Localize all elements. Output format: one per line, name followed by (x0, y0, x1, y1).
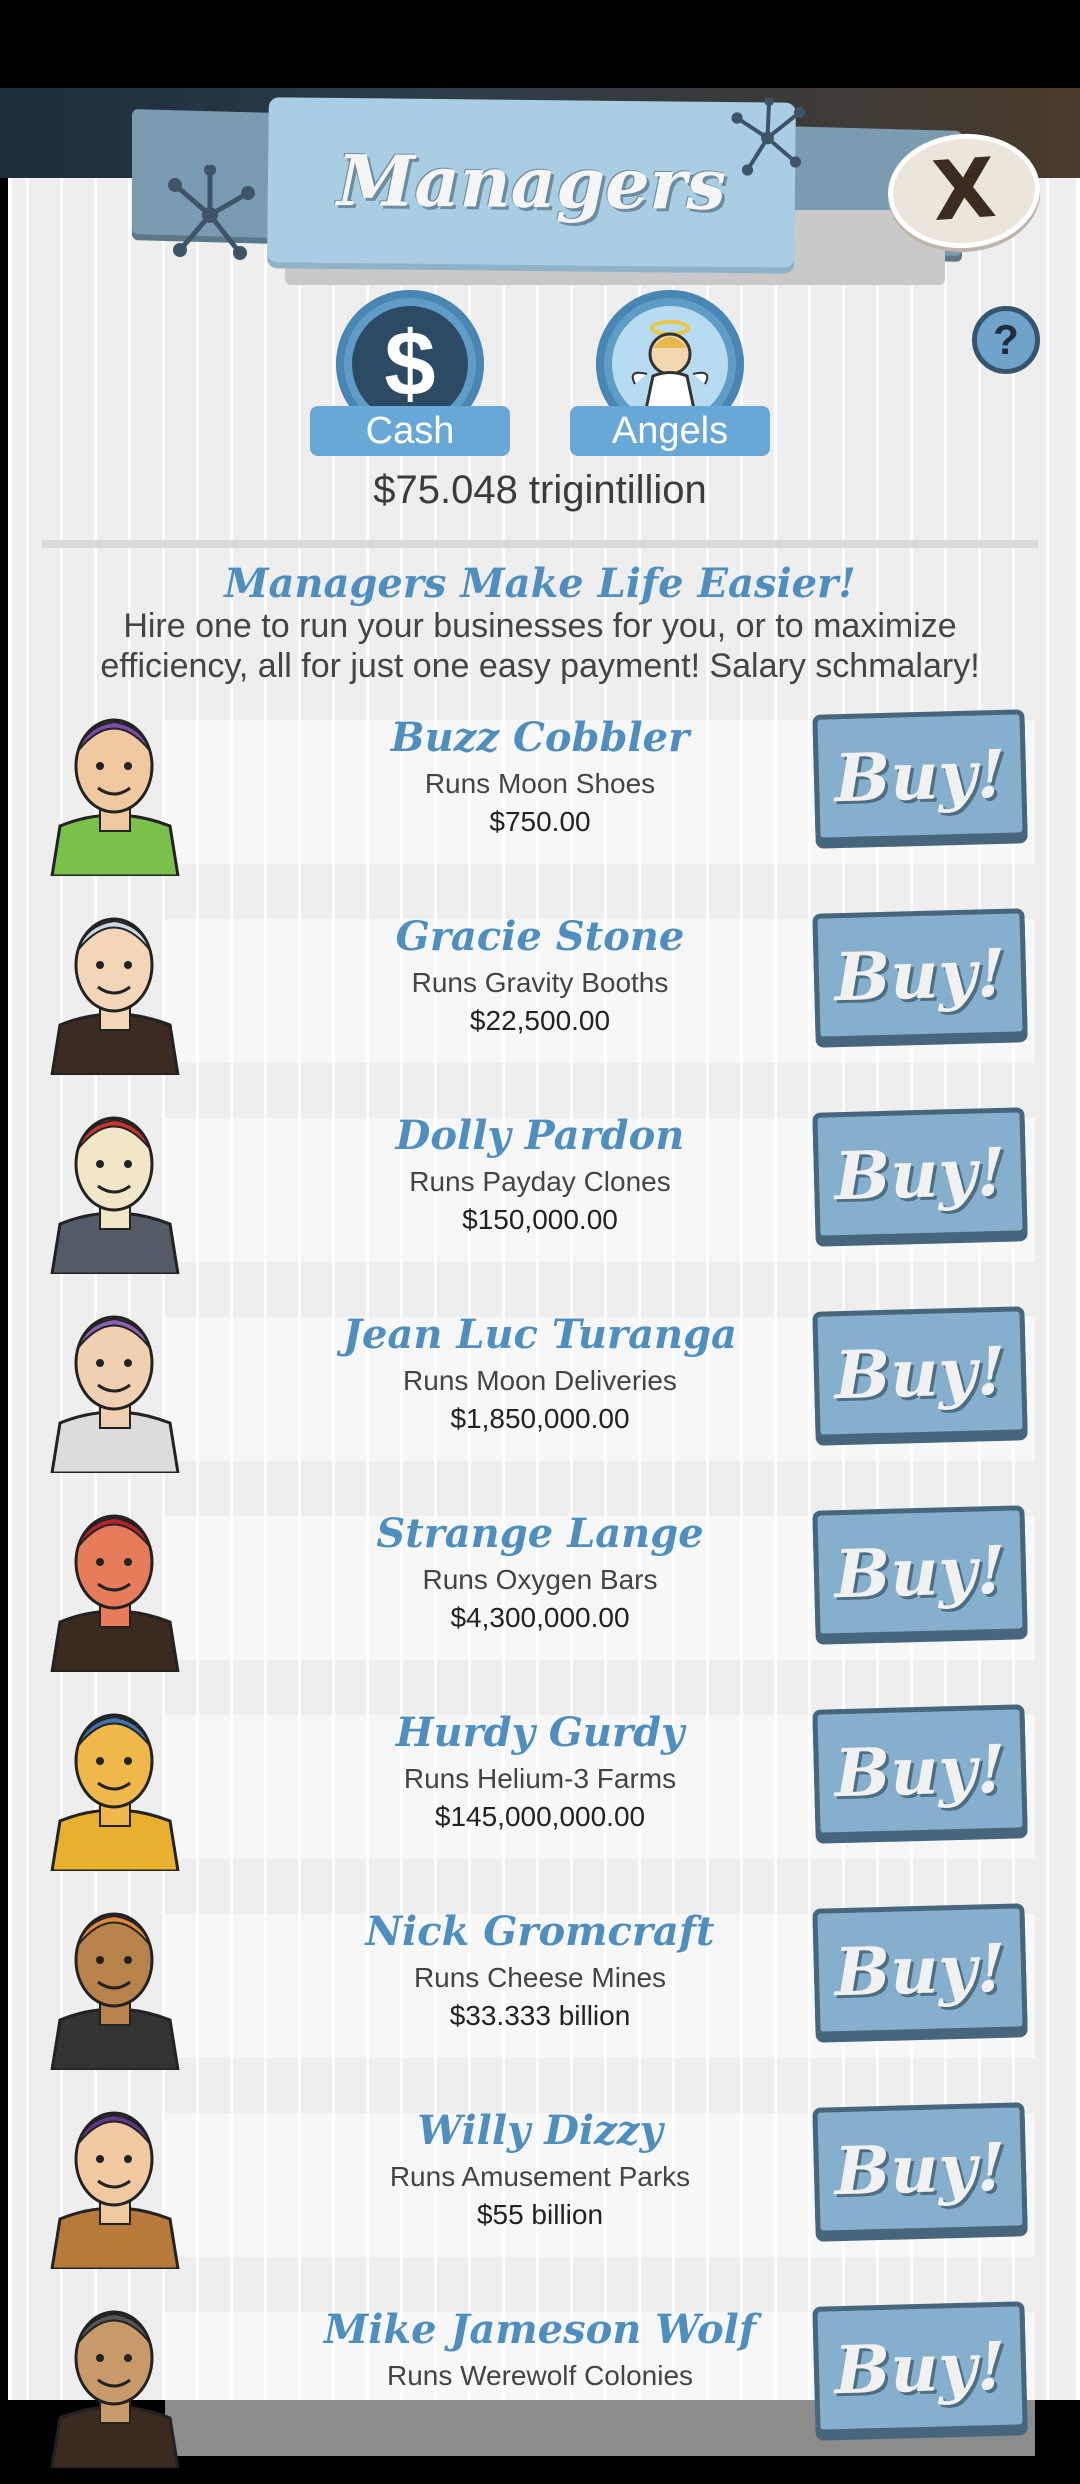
status-bar (0, 0, 1080, 88)
manager-cost: $150,000.00 (462, 1204, 618, 1235)
buy-button[interactable]: Buy! (812, 1903, 1028, 2037)
manager-business: Runs Werewolf Colonies (386, 2360, 694, 2391)
manager-name: Buzz Cobbler (390, 714, 690, 761)
manager-portrait (42, 696, 187, 876)
manager-portrait (42, 1691, 187, 1871)
buy-button[interactable]: Buy! (812, 1505, 1028, 1639)
manager-cost: $33.333 billion (449, 2000, 631, 2031)
tab-angels[interactable]: Angels (570, 290, 770, 456)
tab-angels-label: Angels (570, 406, 770, 456)
manager-name: Hurdy Gurdy (395, 1709, 685, 1756)
manager-business: Runs Moon Deliveries (403, 1365, 677, 1396)
manager-business: Runs Gravity Booths (411, 967, 669, 998)
manager-row: Willy Dizzy Runs Amusement Parks $55 bil… (0, 2089, 1080, 2285)
buy-label: Buy! (833, 1132, 1007, 1216)
starburst-icon (168, 165, 255, 260)
buy-label: Buy! (833, 2326, 1007, 2410)
close-icon: X (929, 140, 999, 241)
manager-cost: $22,500.00 (469, 1005, 611, 1036)
buy-button[interactable]: Buy! (812, 1107, 1028, 1241)
promo-title: Managers Make Life Easier! (224, 560, 856, 607)
manager-row: Gracie Stone Runs Gravity Booths $22,500… (0, 895, 1080, 1091)
starburst-icon (731, 98, 806, 176)
manager-name: Nick Gromcraft (365, 1908, 715, 1955)
divider (42, 540, 1038, 548)
promo-description: Hire one to run your businesses for you,… (100, 607, 980, 685)
buy-button[interactable]: Buy! (812, 908, 1028, 1042)
manager-row: Hurdy Gurdy Runs Helium-3 Farms $145,000… (0, 1691, 1080, 1887)
tab-cash[interactable]: $ Cash (310, 290, 510, 456)
page-title: Managers (336, 138, 727, 227)
manager-portrait (42, 1890, 187, 2070)
manager-portrait (42, 2288, 187, 2468)
manager-business: Runs Amusement Parks (389, 2161, 691, 2192)
buy-label: Buy! (833, 1331, 1007, 1415)
manager-cost: $4,300,000.00 (450, 1602, 630, 1633)
tab-cash-label: Cash (310, 406, 510, 456)
manager-business: Runs Cheese Mines (413, 1962, 667, 1993)
manager-name: Strange Lange (376, 1510, 704, 1557)
manager-name: Gracie Stone (395, 913, 685, 960)
manager-name: Mike Jameson Wolf (323, 2306, 757, 2353)
manager-cost: $1,850,000.00 (450, 1403, 630, 1434)
manager-row: Mike Jameson Wolf Runs Werewolf Colonies… (0, 2288, 1080, 2484)
manager-row: Strange Lange Runs Oxygen Bars $4,300,00… (0, 1492, 1080, 1688)
manager-cost: $145,000,000.00 (434, 1801, 646, 1832)
manager-name: Jean Luc Turanga (343, 1311, 737, 1358)
manager-business: Runs Oxygen Bars (422, 1564, 658, 1595)
manager-portrait (42, 1094, 187, 1274)
buy-label: Buy! (833, 1928, 1007, 2012)
manager-cost: $750.00 (489, 806, 591, 837)
manager-portrait (42, 1492, 187, 1672)
buy-button[interactable]: Buy! (812, 2301, 1028, 2435)
manager-row: Buzz Cobbler Runs Moon Shoes $750.00 Buy… (0, 696, 1080, 892)
manager-portrait (42, 895, 187, 1075)
manager-row: Jean Luc Turanga Runs Moon Deliveries $1… (0, 1293, 1080, 1489)
buy-button[interactable]: Buy! (812, 2102, 1028, 2236)
help-button[interactable]: ? (972, 306, 1040, 374)
manager-business: Runs Payday Clones (409, 1166, 671, 1197)
manager-portrait (42, 1293, 187, 1473)
cash-amount: $75.048 trigintillion (373, 468, 707, 512)
manager-name: Dolly Pardon (395, 1112, 685, 1159)
angel-icon (612, 306, 728, 422)
buy-button[interactable]: Buy! (812, 1704, 1028, 1838)
manager-business: Runs Moon Shoes (424, 768, 656, 799)
buy-label: Buy! (833, 1729, 1007, 1813)
dollar-sign-icon: $ (352, 306, 468, 422)
buy-button[interactable]: Buy! (812, 1306, 1028, 1440)
manager-name: Willy Dizzy (417, 2107, 663, 2154)
manager-business: Runs Helium-3 Farms (403, 1763, 677, 1794)
manager-cost: $55 billion (476, 2199, 604, 2230)
buy-label: Buy! (833, 734, 1007, 818)
buy-label: Buy! (833, 2127, 1007, 2211)
manager-portrait (42, 2089, 187, 2269)
manager-row: Nick Gromcraft Runs Cheese Mines $33.333… (0, 1890, 1080, 2086)
buy-button[interactable]: Buy! (812, 709, 1028, 843)
manager-row: Dolly Pardon Runs Payday Clones $150,000… (0, 1094, 1080, 1290)
buy-label: Buy! (833, 933, 1007, 1017)
title-plate: Managers (267, 97, 796, 268)
buy-label: Buy! (833, 1530, 1007, 1614)
